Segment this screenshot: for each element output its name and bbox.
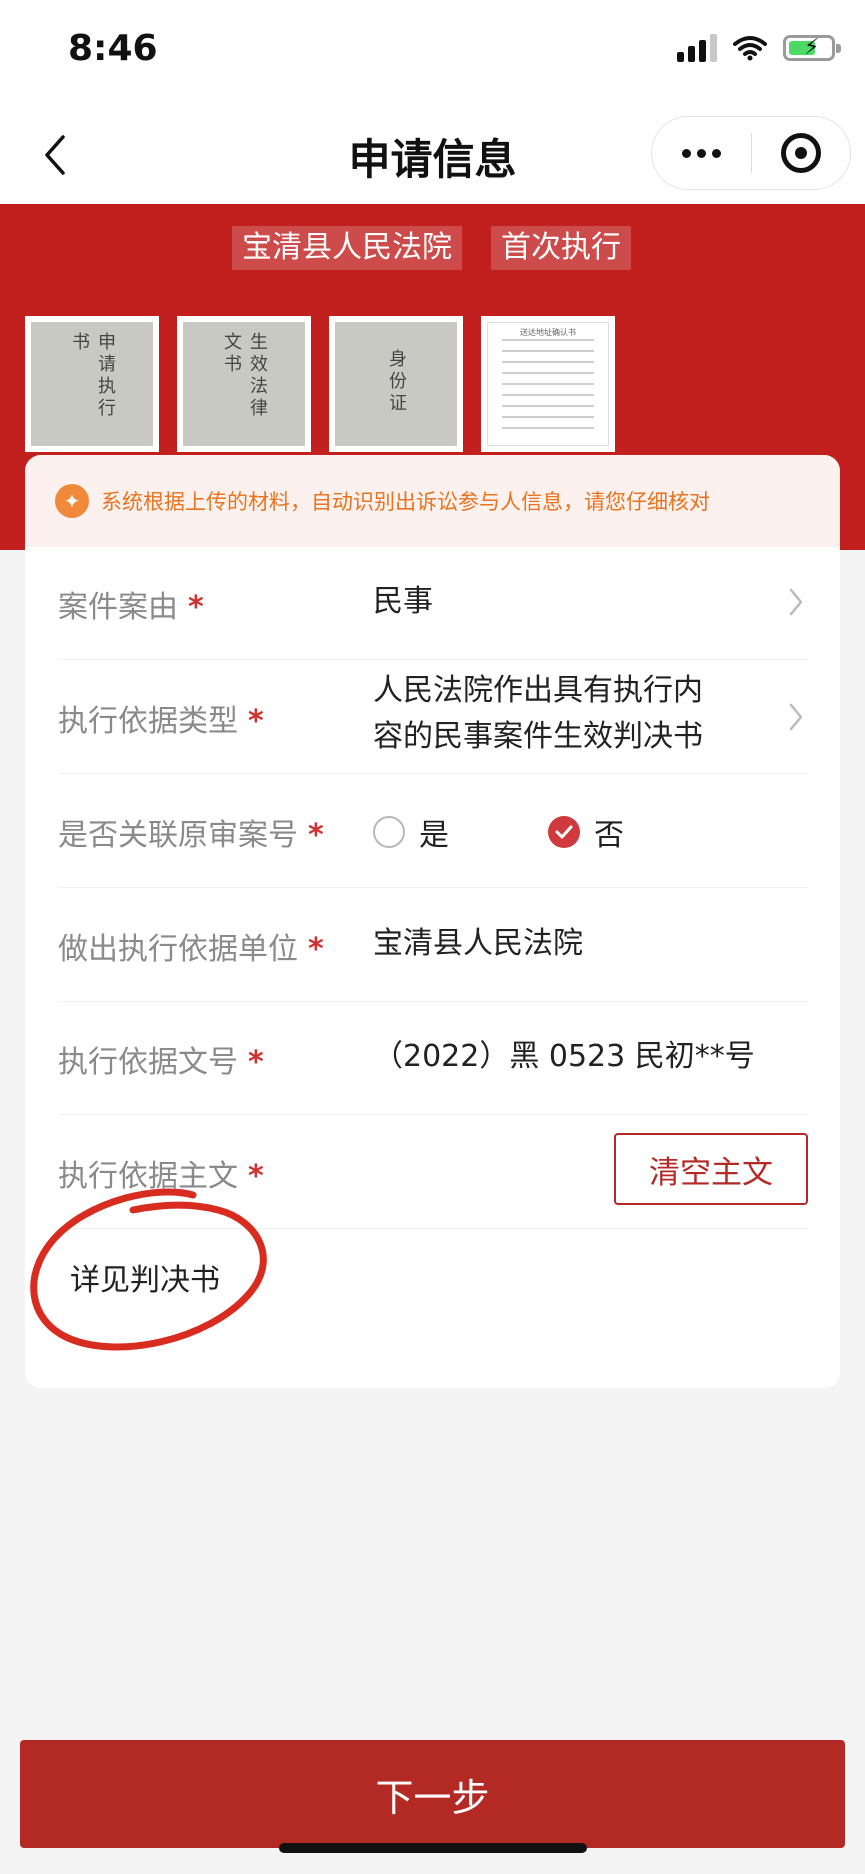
- wifi-icon: [733, 36, 767, 61]
- notice-banner: ✦ 系统根据上传的材料，自动识别出诉讼参与人信息，请您仔细核对: [25, 455, 840, 547]
- battery-icon: ⚡: [783, 35, 841, 61]
- thumbnail-judgment[interactable]: 生效法律文书: [177, 316, 311, 452]
- document-number-row[interactable]: 执行依据文号 * （2022）黑 0523 民初**号: [58, 1002, 808, 1115]
- notice-text: 系统根据上传的材料，自动识别出诉讼参与人信息，请您仔细核对: [101, 490, 710, 514]
- more-icon: [681, 148, 721, 158]
- document-number-label: 执行依据文号 *: [58, 1045, 264, 1080]
- basis-type-line1: 人民法院作出具有执行内: [373, 673, 703, 708]
- required-mark: *: [248, 1045, 264, 1080]
- thumbnail-caption: 申请执行书: [69, 332, 116, 420]
- issuing-unit-label: 做出执行依据单位 *: [58, 932, 324, 967]
- radio-no[interactable]: 否: [548, 810, 624, 854]
- required-mark: *: [308, 932, 324, 967]
- basis-type-label: 执行依据类型 *: [58, 704, 264, 739]
- issuing-unit-value: 宝清县人民法院: [373, 926, 583, 961]
- basis-type-row[interactable]: 执行依据类型 * 人民法院作出具有执行内 容的民事案件生效判决书: [58, 660, 808, 774]
- case-cause-label: 案件案由 *: [58, 590, 204, 625]
- thumbnail-caption: 生效法律文书: [221, 332, 268, 420]
- case-cause-row[interactable]: 案件案由 * 民事: [58, 547, 808, 660]
- basis-type-value: 人民法院作出具有执行内 容的民事案件生效判决书: [373, 668, 703, 760]
- case-type-tag: 首次执行: [491, 226, 631, 270]
- clear-main-text-button[interactable]: 清空主文: [614, 1133, 808, 1205]
- target-icon: [780, 133, 821, 173]
- thumbnail-address-form[interactable]: 送达地址确认书: [481, 316, 615, 452]
- related-case-label: 是否关联原审案号 *: [58, 818, 324, 853]
- document-lines: [502, 339, 594, 438]
- chevron-right-icon: [789, 588, 803, 616]
- radio-yes[interactable]: 是: [373, 810, 449, 854]
- thumbnail-application[interactable]: 申请执行书: [25, 316, 159, 452]
- nav-bar: 申请信息: [0, 106, 865, 204]
- home-indicator: [279, 1843, 587, 1853]
- lightbulb-icon: ✦: [55, 484, 89, 518]
- annotation-circle: [30, 1188, 267, 1351]
- radio-checked-icon: [548, 816, 580, 848]
- status-icons: ⚡: [677, 34, 841, 62]
- miniprogram-capsule: [651, 116, 851, 190]
- thumbnail-caption: 身份证: [386, 349, 407, 415]
- basis-type-line2: 容的民事案件生效判决书: [373, 719, 703, 754]
- issuing-unit-row[interactable]: 做出执行依据单位 * 宝清县人民法院: [58, 888, 808, 1002]
- related-case-row: 是否关联原审案号 * 是 否: [58, 774, 808, 888]
- more-button[interactable]: [652, 117, 751, 189]
- status-time: 8:46: [68, 28, 158, 69]
- radio-no-label: 否: [594, 818, 624, 853]
- court-tag: 宝清县人民法院: [232, 226, 462, 270]
- thumbnail-id-card[interactable]: 身份证: [329, 316, 463, 452]
- status-bar: 8:46 ⚡: [0, 0, 865, 106]
- required-mark: *: [248, 704, 264, 739]
- signal-icon: [677, 34, 717, 62]
- document-number-value: （2022）黑 0523 民初**号: [373, 1039, 755, 1074]
- radio-unchecked-icon: [373, 816, 405, 848]
- case-cause-value: 民事: [373, 584, 433, 619]
- thumbnail-caption: 送达地址确认书: [520, 328, 576, 337]
- radio-yes-label: 是: [419, 818, 449, 853]
- required-mark: *: [308, 818, 324, 853]
- chevron-right-icon: [789, 703, 803, 731]
- next-step-button[interactable]: 下一步: [20, 1740, 845, 1848]
- required-mark: *: [188, 590, 204, 625]
- close-miniprogram-button[interactable]: [752, 117, 851, 189]
